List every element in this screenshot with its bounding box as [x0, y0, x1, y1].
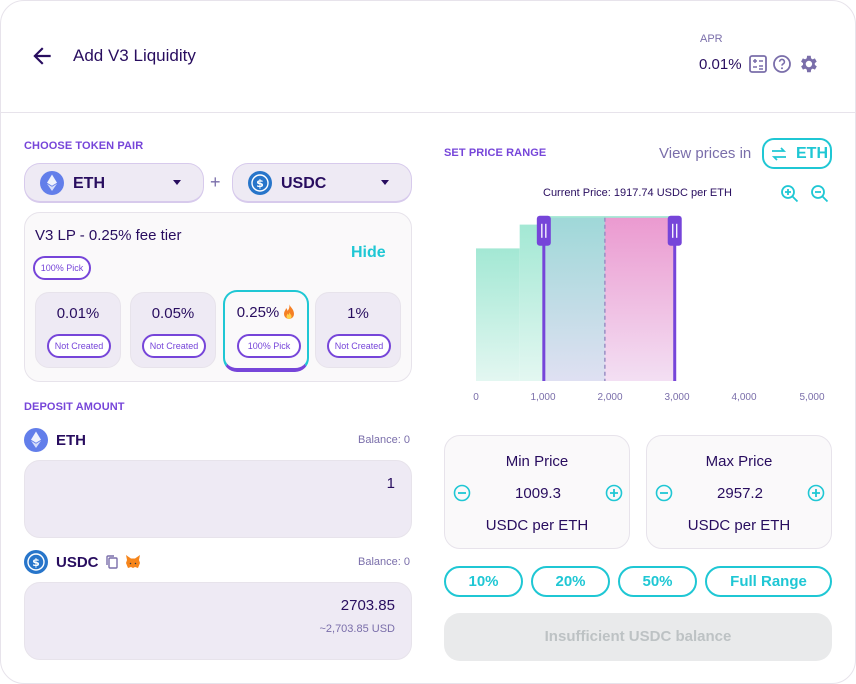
minus-circle-icon[interactable] — [453, 484, 471, 502]
eth-amount-box — [24, 460, 412, 538]
fee-tier-title: V3 LP - 0.25% fee tier — [35, 227, 182, 244]
usdc-amount-box: ~2,703.85 USD — [24, 582, 412, 660]
minus-circle-icon[interactable] — [655, 484, 673, 502]
min-price-input[interactable] — [480, 485, 596, 502]
usdc-balance: Balance: 0 — [358, 556, 410, 568]
token-a-select[interactable]: ETH — [24, 163, 204, 203]
eth-icon — [24, 428, 48, 452]
back-arrow-icon[interactable] — [29, 43, 55, 69]
fee-status-badge: 100% Pick — [237, 334, 301, 358]
calculator-icon[interactable] — [748, 54, 768, 74]
choose-token-pair-label: CHOOSE TOKEN PAIR — [24, 140, 144, 152]
fee-option-0-25[interactable]: 0.25% 100% Pick — [223, 290, 309, 372]
max-price-unit: USDC per ETH — [687, 517, 791, 534]
usdc-usd-value: ~2,703.85 USD — [319, 623, 395, 635]
usdc-icon: $ — [248, 171, 272, 195]
page-title: Add V3 Liquidity — [73, 46, 196, 65]
token-a-name: ETH — [73, 175, 105, 192]
current-price-text: Current Price: 1917.74 USDC per ETH — [543, 187, 732, 199]
copy-icon[interactable] — [105, 554, 119, 570]
x-tick-label: 0 — [473, 392, 479, 403]
fee-option-0-05[interactable]: 0.05% Not Created — [130, 292, 216, 368]
fee-option-pct: 1% — [347, 305, 369, 322]
swap-arrows-icon — [771, 147, 787, 161]
range-preset-50-button[interactable]: 50% — [618, 566, 697, 597]
fee-option-pct: 0.05% — [151, 305, 195, 322]
liquidity-chart[interactable] — [461, 201, 841, 411]
insufficient-balance-button: Insufficient USDC balance — [444, 613, 832, 661]
x-tick-label: 2,000 — [597, 392, 623, 403]
range-below-current — [543, 217, 605, 381]
range-preset-10-button[interactable]: 10% — [444, 566, 523, 597]
plus-sign: + — [210, 172, 221, 192]
min-price-title: Min Price — [505, 453, 569, 470]
view-prices-label: View prices in — [659, 145, 752, 162]
x-tick-label: 5,000 — [799, 392, 825, 403]
fee-option-1[interactable]: 1% Not Created — [315, 292, 401, 368]
token-b-select[interactable]: $ USDC — [232, 163, 412, 203]
header: Add V3 Liquidity APR 0.01% — [1, 1, 855, 113]
max-price-card: Max Price USDC per ETH — [646, 435, 832, 549]
eth-icon — [40, 171, 64, 195]
x-tick-label: 4,000 — [731, 392, 757, 403]
add-liquidity-card: Add V3 Liquidity APR 0.01% CHOOSE TOKEN … — [0, 0, 856, 684]
svg-text:$: $ — [32, 556, 40, 569]
max-price-title: Max Price — [705, 453, 773, 470]
usdc-deposit-name: USDC — [56, 554, 99, 571]
token-b-name: USDC — [281, 175, 327, 192]
max-price-input[interactable] — [682, 485, 798, 502]
apr-label: APR — [700, 33, 723, 45]
pick-badge: 100% Pick — [33, 256, 91, 280]
usdc-icon: $ — [24, 550, 48, 574]
fee-status-badge: Not Created — [47, 334, 111, 358]
fee-option-0-01[interactable]: 0.01% Not Created — [35, 292, 121, 368]
min-range-handle-grip[interactable] — [536, 215, 551, 246]
range-above-current — [604, 217, 675, 381]
plus-circle-icon[interactable] — [605, 484, 623, 502]
fee-tier-box: V3 LP - 0.25% fee tier 100% Pick Hide 0.… — [24, 212, 412, 382]
eth-amount-input[interactable] — [95, 475, 395, 492]
fee-status-badge: Not Created — [142, 334, 206, 358]
eth-deposit-name: ETH — [56, 432, 86, 449]
fee-option-pct: 0.01% — [56, 305, 100, 322]
min-price-unit: USDC per ETH — [485, 517, 589, 534]
liquidity-bar-1 — [519, 224, 544, 381]
svg-text:$: $ — [256, 177, 264, 190]
max-range-handle-grip[interactable] — [667, 215, 682, 246]
apr-value: 0.01% — [699, 56, 742, 73]
plus-circle-icon[interactable] — [807, 484, 825, 502]
full-range-button[interactable]: Full Range — [705, 566, 832, 597]
view-prices-token: ETH — [796, 145, 828, 162]
chevron-down-icon — [173, 180, 181, 185]
eth-balance: Balance: 0 — [358, 434, 410, 446]
set-price-range-label: SET PRICE RANGE — [444, 147, 547, 159]
view-prices-toggle-button[interactable]: ETH — [762, 138, 832, 169]
x-tick-label: 3,000 — [664, 392, 690, 403]
min-price-card: Min Price USDC per ETH — [444, 435, 630, 549]
metamask-fox-icon[interactable] — [125, 554, 141, 569]
hide-button[interactable]: Hide — [351, 244, 386, 262]
help-icon[interactable] — [772, 54, 792, 74]
fee-status-badge: Not Created — [327, 334, 391, 358]
settings-gear-icon[interactable] — [797, 53, 819, 75]
fire-icon — [284, 304, 294, 319]
range-preset-20-button[interactable]: 20% — [531, 566, 610, 597]
usdc-amount-input[interactable] — [95, 597, 395, 614]
liquidity-bar-0 — [476, 248, 520, 381]
chevron-down-icon — [381, 180, 389, 185]
deposit-amount-label: DEPOSIT AMOUNT — [24, 401, 125, 413]
x-tick-label: 1,000 — [530, 392, 556, 403]
